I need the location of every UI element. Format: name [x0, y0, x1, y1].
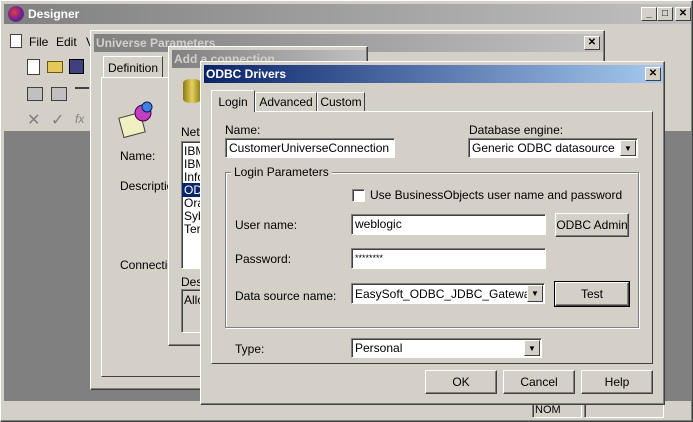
- database-engine-label: Database engine:: [469, 123, 564, 137]
- tab-advanced-label: Advanced: [259, 95, 313, 109]
- username-input[interactable]: weblogic: [351, 214, 546, 235]
- cancel-button-label: Cancel: [520, 375, 558, 389]
- table-icon[interactable]: [27, 87, 43, 101]
- tab-custom[interactable]: Custom: [317, 92, 365, 111]
- test-button-label: Test: [580, 287, 603, 301]
- cancel-button[interactable]: Cancel: [503, 370, 575, 394]
- datasource-value: EasySoft_ODBC_JDBC_Gateway: [355, 287, 537, 301]
- designer-titlebar: Designer _ □ ✕: [4, 4, 691, 24]
- use-bo-checkbox[interactable]: [352, 189, 365, 202]
- odbc-drivers-dialog: ODBC Drivers ✕ Login Advanced Custom Nam…: [200, 61, 665, 405]
- menu-doc-icon: [10, 34, 22, 48]
- toolbar-standard: [11, 56, 96, 80]
- menu-bar: File Edit V: [4, 31, 104, 51]
- open-icon[interactable]: [47, 61, 63, 73]
- datasource-select[interactable]: EasySoft_ODBC_JDBC_Gateway ▼: [351, 283, 545, 304]
- universe-name-label: Name:: [120, 149, 156, 163]
- function-icon[interactable]: fx: [75, 112, 84, 126]
- toolbar-design: [11, 83, 96, 107]
- accept-check-icon[interactable]: ✓: [51, 110, 64, 130]
- designer-app-icon: [8, 6, 24, 22]
- universe-icon: [117, 101, 153, 141]
- type-value: Personal: [355, 341, 403, 355]
- username-label: User name:: [235, 218, 298, 232]
- chevron-down-icon[interactable]: ▼: [527, 285, 543, 302]
- use-bo-checkbox-label: Use BusinessObjects user name and passwo…: [370, 188, 623, 202]
- menu-edit[interactable]: Edit: [56, 35, 77, 49]
- help-button-label: Help: [604, 375, 630, 389]
- password-label: Password:: [235, 252, 292, 266]
- odbc-admin-button[interactable]: ODBC Admin: [555, 213, 629, 237]
- name-input[interactable]: CustomerUniverseConnection: [225, 138, 395, 158]
- help-button[interactable]: Help: [581, 370, 653, 394]
- type-select[interactable]: Personal ▼: [351, 338, 542, 358]
- tab-definition-label: Definition: [107, 60, 159, 75]
- new-icon[interactable]: [27, 59, 40, 75]
- login-parameters-label: Login Parameters: [231, 165, 332, 179]
- tab-advanced[interactable]: Advanced: [255, 92, 317, 111]
- database-icon: [183, 79, 201, 103]
- filter-icon[interactable]: [75, 87, 89, 101]
- odbc-drivers-title: ODBC Drivers: [206, 67, 287, 81]
- tab-custom-label: Custom: [320, 95, 362, 109]
- status-panel: [584, 403, 664, 418]
- minimize-button[interactable]: _: [641, 7, 657, 21]
- database-engine-select[interactable]: Generic ODBC datasource ▼: [468, 138, 638, 158]
- cancel-x-icon[interactable]: ✕: [27, 110, 40, 130]
- datasource-label: Data source name:: [235, 289, 337, 303]
- tab-definition[interactable]: Definition: [103, 56, 163, 78]
- toolbar-formula: ✕ ✓ fx: [11, 110, 96, 130]
- maximize-button[interactable]: □: [657, 7, 673, 21]
- chevron-down-icon[interactable]: ▼: [620, 140, 636, 156]
- test-button[interactable]: Test: [554, 281, 630, 307]
- password-input[interactable]: ********: [351, 248, 546, 269]
- odbc-drivers-titlebar: ODBC Drivers ✕: [204, 65, 663, 83]
- tab-login-label: Login: [218, 94, 248, 109]
- close-button[interactable]: ✕: [675, 7, 691, 21]
- tab-login[interactable]: Login: [211, 90, 255, 112]
- name-label: Name:: [225, 123, 261, 137]
- join-icon[interactable]: [51, 87, 67, 101]
- ok-button[interactable]: OK: [425, 370, 497, 394]
- driver-item[interactable]: Ter: [184, 222, 201, 236]
- menu-file[interactable]: File: [29, 35, 48, 49]
- database-engine-value: Generic ODBC datasource: [472, 141, 615, 155]
- odbc-close-button[interactable]: ✕: [645, 67, 661, 81]
- type-label: Type:: [235, 342, 265, 356]
- save-icon[interactable]: [69, 59, 84, 74]
- ok-button-label: OK: [452, 375, 470, 389]
- chevron-down-icon[interactable]: ▼: [524, 340, 540, 356]
- designer-title: Designer: [28, 7, 80, 21]
- odbc-admin-button-label: ODBC Admin: [556, 218, 628, 232]
- universe-parameters-close-button[interactable]: ✕: [584, 36, 600, 50]
- status-nom: NOM: [532, 403, 582, 418]
